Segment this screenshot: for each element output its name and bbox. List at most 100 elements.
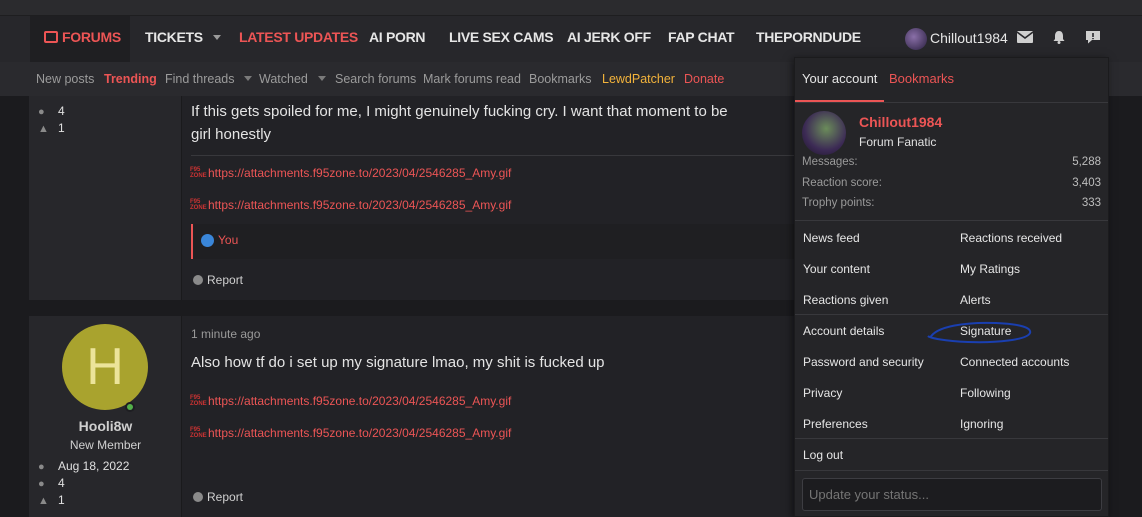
subnav-find-threads-label: Find threads	[165, 72, 235, 86]
nav-latest-updates[interactable]: LATEST UPDATES	[239, 16, 358, 62]
chevron-down-icon[interactable]	[317, 76, 326, 81]
subnav-bookmarks[interactable]: Bookmarks	[529, 62, 592, 96]
attachment-link[interactable]: F95 ZONEhttps://attachments.f95zone.to/20…	[190, 198, 511, 212]
user-icon: ●	[38, 461, 45, 473]
attachment-url: https://attachments.f95zone.to/2023/04/2…	[208, 394, 512, 408]
avatar[interactable]	[905, 28, 927, 50]
thumbs-up-icon: ▲	[38, 123, 49, 135]
nav-username[interactable]: Chillout1984	[930, 16, 1008, 60]
reactions-bar[interactable]: You	[191, 224, 811, 259]
menu-item-following[interactable]: Following	[960, 386, 1011, 400]
menu-item-reactions-given[interactable]: Reactions given	[803, 293, 888, 307]
user-nav-area: Chillout1984	[900, 16, 1142, 62]
author-name[interactable]: Hooli8w	[29, 418, 182, 434]
nav-tickets[interactable]: TICKETS	[145, 16, 221, 62]
subnav-mark-forums-read[interactable]: Mark forums read	[423, 62, 521, 96]
report-label: Report	[207, 490, 244, 504]
message-text-line: girl honestly	[191, 126, 272, 143]
nav-tickets-label: TICKETS	[145, 29, 203, 45]
tab-your-account[interactable]: Your account	[795, 58, 885, 102]
stat-label: Trophy points:	[802, 197, 875, 209]
attachment-link[interactable]: F95 ZONEhttps://attachments.f95zone.to/20…	[190, 426, 511, 440]
warning-icon	[193, 275, 203, 285]
author-messages-stat: ● 4	[38, 476, 65, 490]
menu-item-preferences[interactable]: Preferences	[803, 417, 868, 431]
report-link[interactable]: Report	[193, 490, 243, 504]
nav-theporndude[interactable]: THEPORNDUDE	[756, 16, 861, 62]
author-messages-stat: ● 4	[38, 104, 65, 118]
status-update-input[interactable]	[802, 478, 1102, 511]
f95-logo-icon: F95 ZONE	[190, 395, 207, 407]
post-body: If this gets spoiled for me, I might gen…	[182, 96, 811, 300]
post-message: ● 4 ▲ 1 If this gets spoiled for me, I mig…	[29, 96, 811, 300]
warning-icon	[193, 492, 203, 502]
stat-value: 1	[58, 493, 65, 507]
stat-value: 4	[58, 104, 65, 118]
nav-forums-label: FORUMS	[62, 29, 121, 45]
chevron-down-icon[interactable]	[212, 35, 221, 40]
subnav-watched[interactable]: Watched	[259, 62, 326, 96]
menu-item-reactions-received[interactable]: Reactions received	[960, 231, 1062, 245]
menu-item-password-and-security[interactable]: Password and security	[803, 355, 924, 369]
subnav-new-posts[interactable]: New posts	[36, 62, 94, 96]
f95-logo-icon: F95 ZONE	[190, 427, 207, 439]
menu-item-alerts[interactable]: Alerts	[960, 293, 991, 307]
online-status-icon	[125, 402, 135, 412]
f95-logo-icon: F95 ZONE	[190, 167, 207, 179]
attachment-url: https://attachments.f95zone.to/2023/04/2…	[208, 426, 512, 440]
bell-icon[interactable]	[1051, 30, 1067, 44]
subnav-search-forums[interactable]: Search forums	[335, 62, 416, 96]
menu-item-ignoring[interactable]: Ignoring	[960, 417, 1003, 431]
stat-value: 4	[58, 476, 65, 490]
author-title: New Member	[69, 438, 142, 452]
nav-ai-porn[interactable]: AI PORN	[369, 16, 426, 62]
f95-logo-icon: F95 ZONE	[190, 199, 207, 211]
attachment-link[interactable]: F95 ZONEhttps://attachments.f95zone.to/20…	[190, 166, 511, 180]
nav-live-sex-cams[interactable]: LIVE SEX CAMS	[449, 16, 554, 62]
subnav-trending[interactable]: Trending	[104, 62, 157, 96]
envelope-icon[interactable]	[1017, 30, 1033, 44]
menu-item-news-feed[interactable]: News feed	[803, 231, 860, 245]
avatar[interactable]: H	[62, 324, 148, 410]
reaction-user[interactable]: You	[218, 233, 238, 247]
stat-value: 1	[58, 121, 65, 135]
chevron-down-icon[interactable]	[244, 76, 253, 81]
author-reactions-stat: ▲ 1	[38, 493, 65, 507]
post-timestamp[interactable]: 1 minute ago	[191, 327, 260, 341]
nav-ai-jerk-off[interactable]: AI JERK OFF	[567, 16, 651, 62]
attachment-url: https://attachments.f95zone.to/2023/04/2…	[208, 166, 512, 180]
chat-bubble-icon[interactable]	[1085, 30, 1101, 44]
attachment-url: https://attachments.f95zone.to/2023/04/2…	[208, 198, 512, 212]
nav-fap-chat[interactable]: FAP CHAT	[668, 16, 735, 62]
subnav-donate[interactable]: Donate	[684, 62, 724, 96]
stat-value: 333	[1081, 197, 1101, 209]
attachment-link[interactable]: F95 ZONEhttps://attachments.f95zone.to/20…	[190, 394, 511, 408]
comments-icon: ●	[38, 106, 45, 118]
subnav-find-threads[interactable]: Find threads	[165, 62, 253, 96]
subnav-lewdpatcher[interactable]: LewdPatcher	[602, 62, 675, 96]
like-reaction-icon	[201, 234, 214, 247]
account-menu-tabs: Your account Bookmarks	[795, 58, 1108, 103]
tab-bookmarks[interactable]: Bookmarks	[882, 58, 961, 102]
menu-item-privacy[interactable]: Privacy	[803, 386, 842, 400]
menu-item-log-out[interactable]: Log out	[803, 448, 843, 462]
divider	[795, 470, 1108, 471]
menu-item-connected-accounts[interactable]: Connected accounts	[960, 355, 1069, 369]
forums-icon	[44, 31, 58, 43]
avatar[interactable]	[802, 111, 846, 155]
nav-forums[interactable]: FORUMS	[30, 16, 130, 62]
browser-bookmarks-strip	[0, 0, 1142, 16]
menu-item-account-details[interactable]: Account details	[803, 324, 884, 338]
post-author-panel: ● 4 ▲ 1	[29, 96, 182, 300]
menu-item-your-content[interactable]: Your content	[803, 262, 870, 276]
account-username[interactable]: Chillout1984	[859, 114, 942, 130]
divider	[191, 155, 809, 156]
report-link[interactable]: Report	[193, 273, 243, 287]
author-reactions-stat: ▲ 1	[38, 121, 65, 135]
account-dropdown-menu: Your account Bookmarks Chillout1984 Foru…	[794, 57, 1109, 517]
stat-value: 3,403	[1072, 177, 1101, 189]
message-text-line: Also how tf do i set up my signature lma…	[191, 354, 605, 371]
thumbs-up-icon: ▲	[38, 495, 49, 507]
menu-item-my-ratings[interactable]: My Ratings	[960, 262, 1020, 276]
stat-label: Reaction score:	[802, 177, 882, 189]
